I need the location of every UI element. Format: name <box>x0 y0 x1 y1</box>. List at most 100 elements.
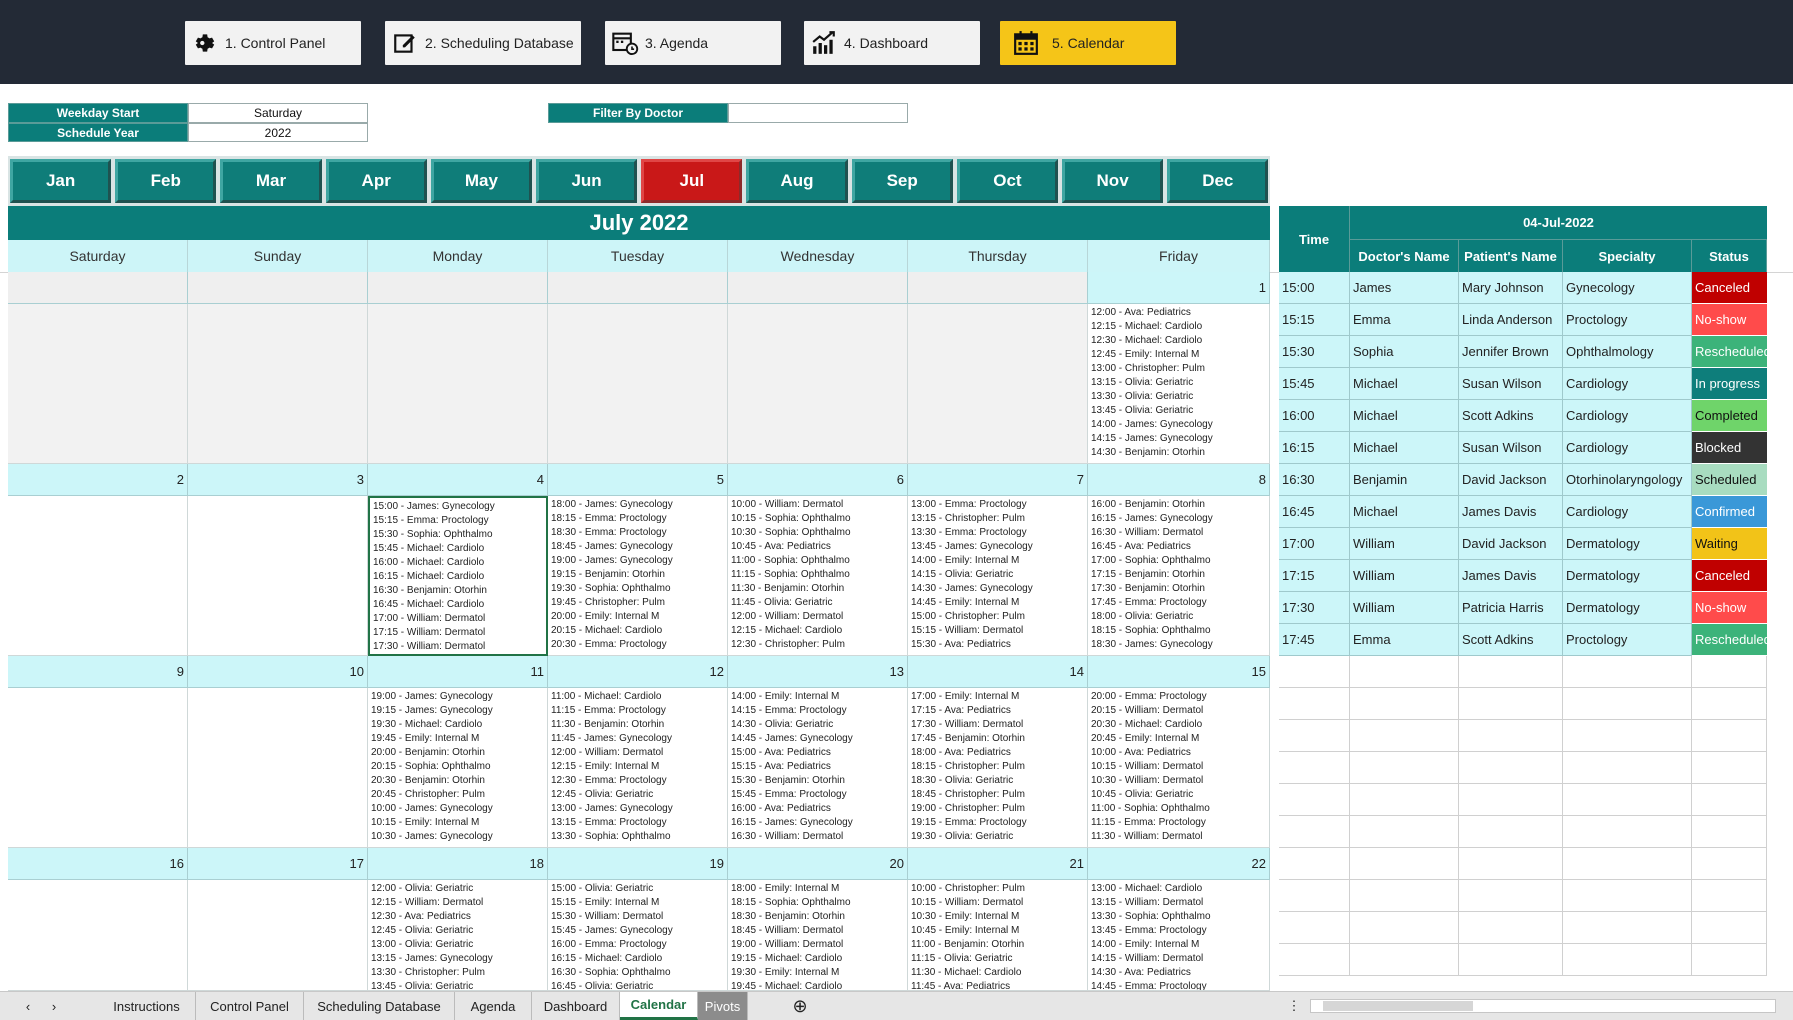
detail-cell: Sophia <box>1350 336 1459 368</box>
nav-control-panel-button[interactable]: 1. Control Panel <box>185 21 361 65</box>
day-cell[interactable] <box>8 880 188 991</box>
nav-label: 5. Calendar <box>1052 35 1125 51</box>
appointment-entry: 14:15 - James: Gynecology <box>1091 433 1213 444</box>
month-button-jan[interactable]: Jan <box>10 159 112 203</box>
appointment-entry: 11:45 - Olivia: Geriatric <box>731 597 833 608</box>
month-button-aug[interactable]: Aug <box>746 159 848 203</box>
day-cell[interactable]: 19:00 - James: Gynecology 19:15 - James: … <box>368 688 548 848</box>
gear-icon <box>185 21 225 65</box>
month-button-sep[interactable]: Sep <box>851 159 953 203</box>
detail-time-header: Time <box>1279 206 1350 272</box>
day-cell[interactable]: 12:00 - Olivia: Geriatric 12:15 - William… <box>368 880 548 991</box>
appointment-entry: 16:30 - Benjamin: Otorhin <box>373 585 487 596</box>
month-button-oct[interactable]: Oct <box>956 159 1058 203</box>
day-cell[interactable]: 12:00 - Ava: Pediatrics 12:15 - Michael: … <box>1088 304 1270 464</box>
appointment-entry: 19:00 - James: Gynecology <box>371 691 493 702</box>
day-cell[interactable]: 13:00 - Emma: Proctology 13:15 - Christop… <box>908 496 1088 656</box>
day-cell[interactable] <box>548 304 728 464</box>
month-button-may[interactable]: May <box>430 159 532 203</box>
detail-empty-cell <box>1692 688 1767 720</box>
appointment-entry: 11:30 - William: Dermatol <box>1091 831 1203 842</box>
day-cell[interactable]: 17:00 - Emily: Internal M 17:15 - Ava: Pe… <box>908 688 1088 848</box>
status-badge: Canceled <box>1692 272 1767 304</box>
sheet-tab-pivots[interactable]: Pivots <box>698 992 748 1020</box>
month-button-mar[interactable]: Mar <box>220 159 322 203</box>
appointment-entry: 10:00 - Ava: Pediatrics <box>1091 747 1191 758</box>
day-cell[interactable]: 10:00 - William: Dermatol 10:15 - Sophia:… <box>728 496 908 656</box>
day-cell[interactable] <box>728 304 908 464</box>
scroll-right-icon[interactable]: › <box>44 992 64 1020</box>
day-cell[interactable]: 18:00 - Emily: Internal M 18:15 - Sophia:… <box>728 880 908 991</box>
day-cell[interactable] <box>188 880 368 991</box>
month-button-apr[interactable]: Apr <box>325 159 427 203</box>
day-number: 12 <box>548 656 728 688</box>
month-button-jun[interactable]: Jun <box>536 159 638 203</box>
filter-by-doctor-label: Filter By Doctor <box>548 103 728 123</box>
month-button-dec[interactable]: Dec <box>1167 159 1269 203</box>
day-number: 21 <box>908 848 1088 880</box>
day-cell[interactable]: 14:00 - Emily: Internal M 14:15 - Emma: P… <box>728 688 908 848</box>
sheet-tab-dashboard[interactable]: Dashboard <box>532 992 620 1020</box>
sheet-tab-scheduling-database[interactable]: Scheduling Database <box>304 992 455 1020</box>
appointment-entry: 14:45 - James: Gynecology <box>731 733 853 744</box>
appointment-entry: 15:15 - Emma: Proctology <box>373 515 489 526</box>
appointment-entry: 18:30 - Olivia: Geriatric <box>911 775 1014 786</box>
weekday-start-value[interactable]: Saturday <box>188 103 368 123</box>
appointment-entry: 10:00 - Christopher: Pulm <box>911 883 1025 894</box>
day-cell[interactable] <box>8 304 188 464</box>
day-number: 16 <box>8 848 188 880</box>
day-cell[interactable]: 15:00 - James: Gynecology 15:15 - Emma: P… <box>368 496 548 656</box>
detail-cell: Emma <box>1350 624 1459 656</box>
filter-by-doctor-input[interactable] <box>728 103 908 123</box>
day-cell[interactable]: 18:00 - James: Gynecology 18:15 - Emma: P… <box>548 496 728 656</box>
sheet-tab-control-panel[interactable]: Control Panel <box>196 992 304 1020</box>
day-cell[interactable]: 15:00 - Olivia: Geriatric 15:15 - Emily: … <box>548 880 728 991</box>
day-cell[interactable] <box>188 304 368 464</box>
detail-cell: Scott Adkins <box>1459 400 1563 432</box>
scroll-left-icon[interactable]: ‹ <box>18 992 38 1020</box>
sheet-tab-agenda[interactable]: Agenda <box>455 992 532 1020</box>
day-cell[interactable] <box>8 688 188 848</box>
appointment-entry: 14:00 - Emily: Internal M <box>911 555 1020 566</box>
sheet-tabs-bar: ‹ › Instructions Control Panel Scheduling … <box>0 991 1793 1020</box>
options-icon[interactable]: ⋮ <box>1284 992 1304 1020</box>
detail-cell: 16:00 <box>1279 400 1350 432</box>
day-cell[interactable] <box>8 496 188 656</box>
day-cell[interactable]: 10:00 - Christopher: Pulm 10:15 - William… <box>908 880 1088 991</box>
appointment-entry: 20:00 - Emma: Proctology <box>1091 691 1207 702</box>
appointment-entry: 14:30 - Ava: Pediatrics <box>1091 967 1191 978</box>
appointment-entry: 13:45 - James: Gynecology <box>911 541 1033 552</box>
nav-dashboard-button[interactable]: 4. Dashboard <box>804 21 980 65</box>
detail-cell: James Davis <box>1459 496 1563 528</box>
day-number: 17 <box>188 848 368 880</box>
day-number: 19 <box>548 848 728 880</box>
nav-calendar-button[interactable]: 5. Calendar <box>1000 21 1176 65</box>
day-cell[interactable] <box>368 304 548 464</box>
day-cell[interactable] <box>188 496 368 656</box>
nav-scheduling-database-button[interactable]: 2. Scheduling Database <box>385 21 581 65</box>
add-sheet-icon[interactable]: ⊕ <box>786 992 814 1020</box>
appointment-entry: 20:30 - Emma: Proctology <box>551 639 667 650</box>
appointment-entry: 15:15 - Emily: Internal M <box>551 897 660 908</box>
month-button-nov[interactable]: Nov <box>1062 159 1164 203</box>
month-button-jul[interactable]: Jul <box>641 159 743 203</box>
day-cell[interactable]: 11:00 - Michael: Cardiolo 11:15 - Emma: P… <box>548 688 728 848</box>
detail-empty-cell <box>1459 688 1563 720</box>
schedule-year-value[interactable]: 2022 <box>188 123 368 142</box>
day-cell[interactable]: 20:00 - Emma: Proctology 20:15 - William:… <box>1088 688 1270 848</box>
day-number <box>548 272 728 304</box>
weekday-header: Thursday <box>908 240 1088 272</box>
day-cell[interactable] <box>188 688 368 848</box>
day-cell[interactable]: 13:00 - Michael: Cardiolo 13:15 - William… <box>1088 880 1270 991</box>
scrollbar-thumb[interactable] <box>1323 1001 1473 1011</box>
sheet-tab-calendar[interactable]: Calendar <box>620 992 698 1020</box>
month-button-feb[interactable]: Feb <box>115 159 217 203</box>
day-cell[interactable] <box>908 304 1088 464</box>
day-cell[interactable]: 16:00 - Benjamin: Otorhin 16:15 - James: … <box>1088 496 1270 656</box>
appointment-entry: 14:15 - William: Dermatol <box>1091 953 1204 964</box>
appointment-entry: 12:15 - William: Dermatol <box>371 897 484 908</box>
sheet-tab-instructions[interactable]: Instructions <box>98 992 196 1020</box>
nav-agenda-button[interactable]: 3. Agenda <box>605 21 781 65</box>
horizontal-scrollbar[interactable] <box>1310 999 1776 1013</box>
detail-cell: 17:15 <box>1279 560 1350 592</box>
